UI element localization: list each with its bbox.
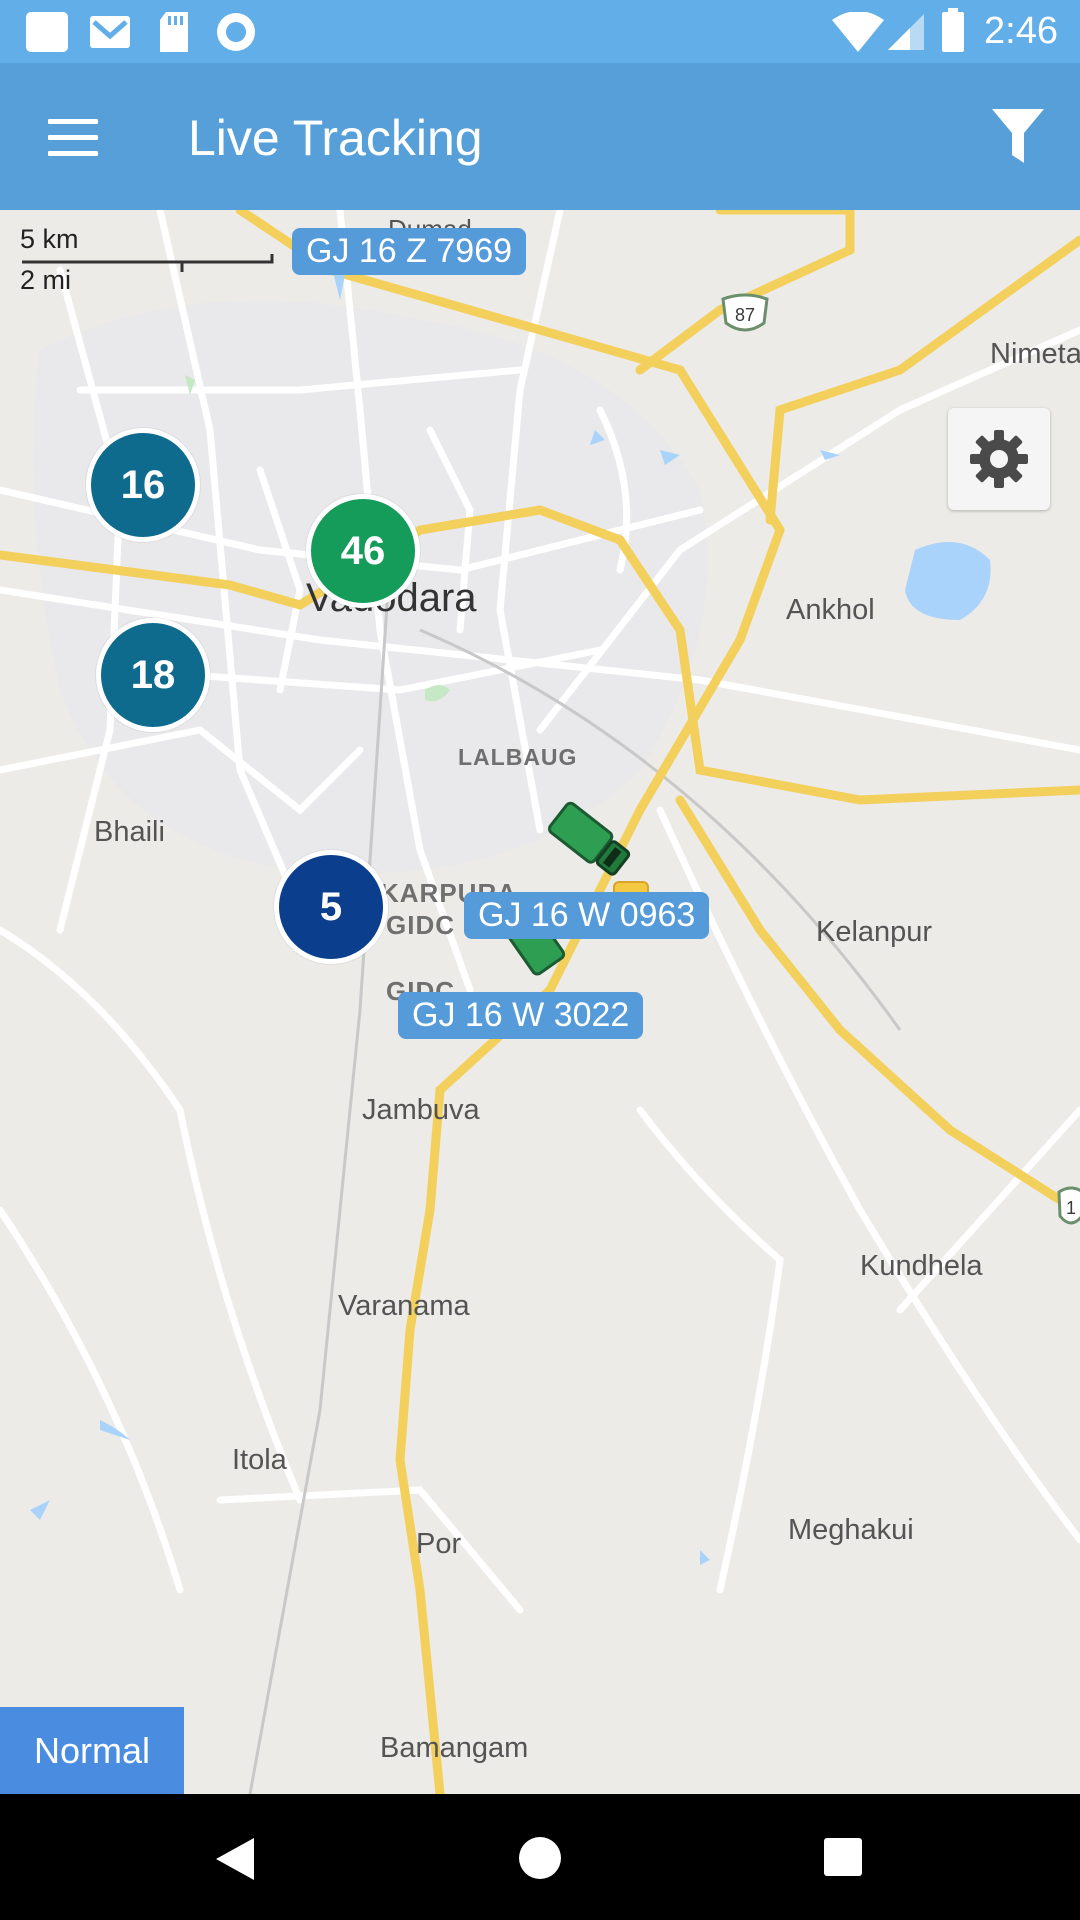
clock: 2:46 [984, 10, 1058, 52]
back-icon[interactable] [212, 1836, 256, 1882]
vehicle-label-gj16w3022[interactable]: GJ 16 W 3022 [398, 992, 644, 1039]
home-icon[interactable] [518, 1836, 562, 1880]
vehicle-label-gj16z7969[interactable]: GJ 16 Z 7969 [292, 228, 527, 275]
status-bar: 2:46 [0, 0, 1080, 63]
scale-mi-label: 2 mi [20, 265, 72, 295]
place-kelanpur: Kelanpur [816, 916, 933, 948]
place-ankhol: Ankhol [786, 594, 875, 626]
place-jambuva: Jambuva [362, 1094, 480, 1126]
wifi-icon [832, 12, 884, 52]
place-kundhela: Kundhela [860, 1250, 983, 1282]
highway-shield-1-label: 1 [1066, 1198, 1076, 1218]
battery-icon [942, 8, 964, 52]
highway-shield-87: 87 [721, 293, 769, 332]
notification-square-icon [26, 12, 68, 52]
app-bar: Live Tracking [0, 63, 1080, 210]
map-type-button[interactable]: Normal [0, 1707, 184, 1794]
navigation-bar [0, 1794, 1080, 1920]
signal-icon [888, 14, 924, 50]
map-settings-button[interactable] [948, 408, 1050, 510]
place-lalbaug: LALBAUG [458, 744, 578, 770]
gmail-icon [90, 16, 130, 48]
place-karpura-gidc: GIDC [386, 910, 455, 940]
place-meghakui: Meghakui [788, 1514, 914, 1546]
gear-icon [970, 430, 1028, 488]
vehicle-cluster-46[interactable]: 46 [306, 494, 420, 608]
place-bamangam: Bamangam [380, 1732, 529, 1764]
map-view[interactable]: 5 km 2 mi 87 1 Dumad Nimeta Vadodara Ank… [0, 210, 1080, 1794]
highway-shield-87-label: 87 [735, 305, 755, 325]
vehicle-cluster-16[interactable]: 16 [86, 428, 200, 542]
place-bhaili: Bhaili [94, 816, 165, 848]
place-por: Por [416, 1528, 462, 1560]
vehicle-label-gj16w0963[interactable]: GJ 16 W 0963 [464, 892, 710, 939]
scale-km-label: 5 km [20, 224, 79, 254]
recents-icon[interactable] [822, 1836, 864, 1878]
map-scale: 5 km 2 mi [20, 224, 79, 296]
place-varanama: Varanama [338, 1290, 470, 1322]
vehicle-cluster-5[interactable]: 5 [274, 850, 388, 964]
filter-icon[interactable] [990, 105, 1046, 167]
place-nimeta: Nimeta [990, 338, 1080, 370]
sync-icon [217, 13, 255, 51]
page-title: Live Tracking [188, 110, 483, 166]
menu-icon[interactable] [48, 119, 98, 159]
place-itola: Itola [232, 1444, 287, 1476]
highway-shield-1: 1 [1057, 1186, 1080, 1225]
sd-card-icon [160, 12, 188, 52]
vehicle-cluster-18[interactable]: 18 [96, 618, 210, 732]
